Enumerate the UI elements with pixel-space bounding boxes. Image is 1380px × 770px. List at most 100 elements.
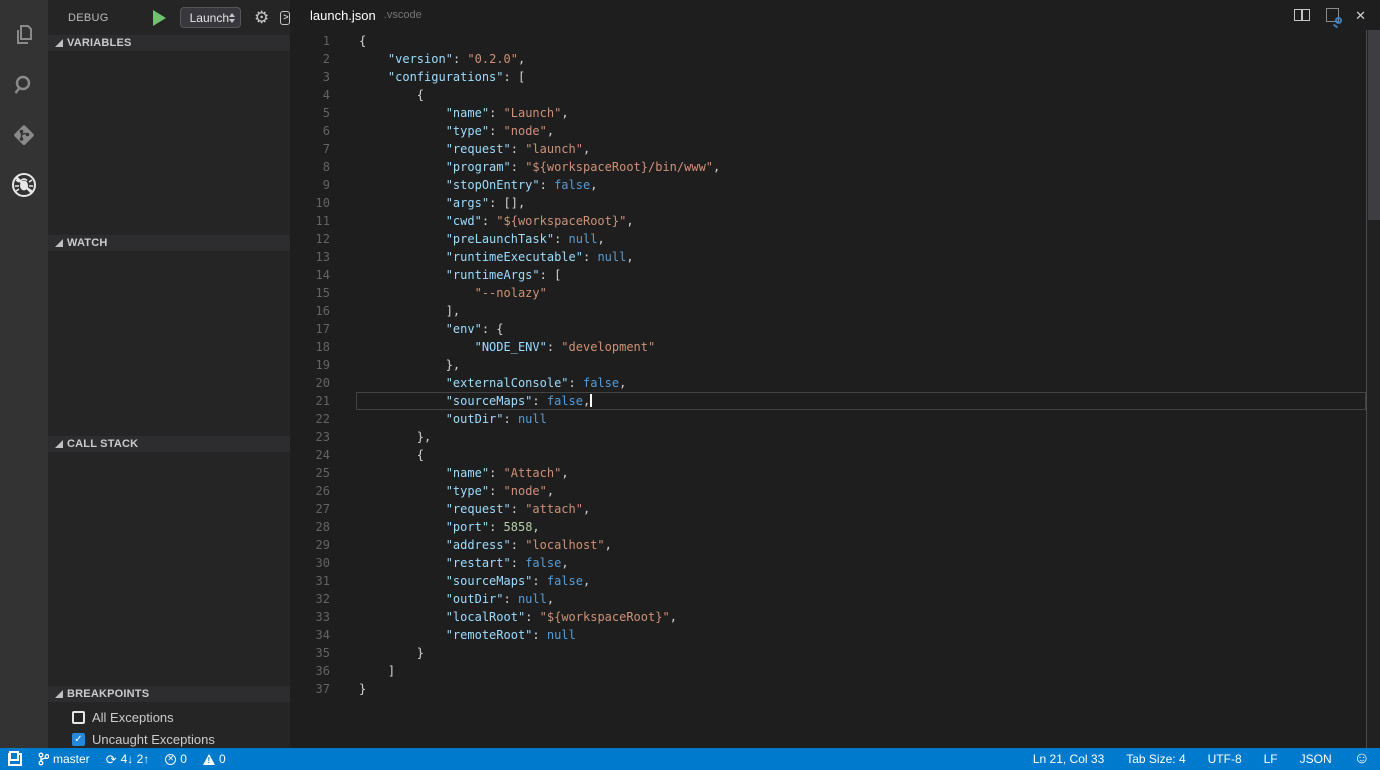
variables-section-header[interactable]: VARIABLES — [48, 35, 290, 51]
git-branch-indicator[interactable]: master — [38, 752, 90, 766]
code-line[interactable]: 17 "env": { — [290, 320, 1366, 338]
code-line[interactable]: 7 "request": "launch", — [290, 140, 1366, 158]
line-number[interactable]: 28 — [290, 518, 330, 536]
code-line[interactable]: 30 "restart": false, — [290, 554, 1366, 572]
line-number[interactable]: 22 — [290, 410, 330, 428]
code-line[interactable]: 12 "preLaunchTask": null, — [290, 230, 1366, 248]
line-number[interactable]: 34 — [290, 626, 330, 644]
line-number[interactable]: 18 — [290, 338, 330, 356]
eol-indicator[interactable]: LF — [1264, 752, 1278, 766]
breakpoint-option[interactable]: ✓Uncaught Exceptions — [48, 728, 290, 750]
code-line[interactable]: 34 "remoteRoot": null — [290, 626, 1366, 644]
errors-indicator[interactable]: ✕ 0 — [165, 752, 187, 766]
code-line[interactable]: 1{ — [290, 32, 1366, 50]
line-number[interactable]: 26 — [290, 482, 330, 500]
line-number[interactable]: 23 — [290, 428, 330, 446]
scrollbar-thumb[interactable] — [1368, 30, 1380, 220]
tab-size-indicator[interactable]: Tab Size: 4 — [1126, 752, 1185, 766]
line-number[interactable]: 7 — [290, 140, 330, 158]
code-line[interactable]: 28 "port": 5858, — [290, 518, 1366, 536]
checkbox-unchecked-icon[interactable] — [72, 711, 85, 724]
line-number[interactable]: 1 — [290, 32, 330, 50]
line-number[interactable]: 17 — [290, 320, 330, 338]
code-line[interactable]: 14 "runtimeArgs": [ — [290, 266, 1366, 284]
code-line[interactable]: 29 "address": "localhost", — [290, 536, 1366, 554]
code-line[interactable]: 4 { — [290, 86, 1366, 104]
checkbox-checked-icon[interactable]: ✓ — [72, 733, 85, 746]
line-number[interactable]: 36 — [290, 662, 330, 680]
code-line[interactable]: 16 ], — [290, 302, 1366, 320]
line-number[interactable]: 9 — [290, 176, 330, 194]
code-line[interactable]: 24 { — [290, 446, 1366, 464]
search-icon[interactable] — [0, 60, 48, 110]
explorer-icon[interactable] — [0, 10, 48, 60]
breakpoint-option[interactable]: All Exceptions — [48, 706, 290, 728]
code-line[interactable]: 6 "type": "node", — [290, 122, 1366, 140]
code-line[interactable]: 21 "sourceMaps": false, — [290, 392, 1366, 410]
warnings-indicator[interactable]: 0 — [203, 752, 226, 766]
code-line[interactable]: 26 "type": "node", — [290, 482, 1366, 500]
debug-icon[interactable] — [0, 160, 48, 210]
language-mode[interactable]: JSON — [1300, 752, 1332, 766]
line-number[interactable]: 14 — [290, 266, 330, 284]
line-number[interactable]: 37 — [290, 680, 330, 698]
line-number[interactable]: 13 — [290, 248, 330, 266]
line-number[interactable]: 33 — [290, 608, 330, 626]
tab-launch-json[interactable]: launch.json — [310, 8, 376, 23]
watch-section-header[interactable]: WATCH — [48, 235, 290, 251]
code-line[interactable]: 8 "program": "${workspaceRoot}/bin/www", — [290, 158, 1366, 176]
line-number[interactable]: 19 — [290, 356, 330, 374]
git-sync-indicator[interactable]: ⟳ 4↓ 2↑ — [106, 752, 150, 766]
line-number[interactable]: 6 — [290, 122, 330, 140]
line-number[interactable]: 11 — [290, 212, 330, 230]
line-number[interactable]: 2 — [290, 50, 330, 68]
code-line[interactable]: 15 "--nolazy" — [290, 284, 1366, 302]
line-number[interactable]: 4 — [290, 86, 330, 104]
code-line[interactable]: 32 "outDir": null, — [290, 590, 1366, 608]
configure-gear-icon[interactable]: ⚙ — [254, 9, 269, 26]
debug-config-dropdown[interactable]: Launch — [180, 7, 241, 28]
code-line[interactable]: 20 "externalConsole": false, — [290, 374, 1366, 392]
cursor-position[interactable]: Ln 21, Col 33 — [1033, 752, 1104, 766]
code-line[interactable]: 33 "localRoot": "${workspaceRoot}", — [290, 608, 1366, 626]
vscode-status-glyph[interactable] — [8, 753, 22, 766]
code-line[interactable]: 2 "version": "0.2.0", — [290, 50, 1366, 68]
encoding-indicator[interactable]: UTF-8 — [1208, 752, 1242, 766]
code-line[interactable]: 35 } — [290, 644, 1366, 662]
open-preview-icon[interactable] — [1326, 8, 1339, 22]
line-number[interactable]: 24 — [290, 446, 330, 464]
line-number[interactable]: 25 — [290, 464, 330, 482]
line-number[interactable]: 35 — [290, 644, 330, 662]
code-line[interactable]: 36 ] — [290, 662, 1366, 680]
line-number[interactable]: 10 — [290, 194, 330, 212]
code-line[interactable]: 27 "request": "attach", — [290, 500, 1366, 518]
code-editor[interactable]: 1{2 "version": "0.2.0",3 "configurations… — [290, 30, 1380, 748]
debug-console-icon[interactable]: > — [280, 11, 290, 25]
code-line[interactable]: 31 "sourceMaps": false, — [290, 572, 1366, 590]
line-number[interactable]: 32 — [290, 590, 330, 608]
line-number[interactable]: 5 — [290, 104, 330, 122]
code-line[interactable]: 37} — [290, 680, 1366, 698]
line-number[interactable]: 27 — [290, 500, 330, 518]
code-line[interactable]: 9 "stopOnEntry": false, — [290, 176, 1366, 194]
code-line[interactable]: 13 "runtimeExecutable": null, — [290, 248, 1366, 266]
close-icon[interactable]: ✕ — [1355, 9, 1366, 22]
code-line[interactable]: 5 "name": "Launch", — [290, 104, 1366, 122]
line-number[interactable]: 3 — [290, 68, 330, 86]
line-number[interactable]: 31 — [290, 572, 330, 590]
split-editor-icon[interactable] — [1294, 9, 1310, 21]
code-line[interactable]: 19 }, — [290, 356, 1366, 374]
line-number[interactable]: 20 — [290, 374, 330, 392]
line-number[interactable]: 16 — [290, 302, 330, 320]
code-line[interactable]: 10 "args": [], — [290, 194, 1366, 212]
line-number[interactable]: 30 — [290, 554, 330, 572]
code-line[interactable]: 11 "cwd": "${workspaceRoot}", — [290, 212, 1366, 230]
line-number[interactable]: 12 — [290, 230, 330, 248]
breakpoints-section-header[interactable]: BREAKPOINTS — [48, 686, 290, 702]
code-line[interactable]: 18 "NODE_ENV": "development" — [290, 338, 1366, 356]
code-line[interactable]: 25 "name": "Attach", — [290, 464, 1366, 482]
line-number[interactable]: 8 — [290, 158, 330, 176]
feedback-smiley-icon[interactable]: ☺ — [1354, 751, 1370, 767]
line-number[interactable]: 21 — [290, 392, 330, 410]
code-line[interactable]: 23 }, — [290, 428, 1366, 446]
